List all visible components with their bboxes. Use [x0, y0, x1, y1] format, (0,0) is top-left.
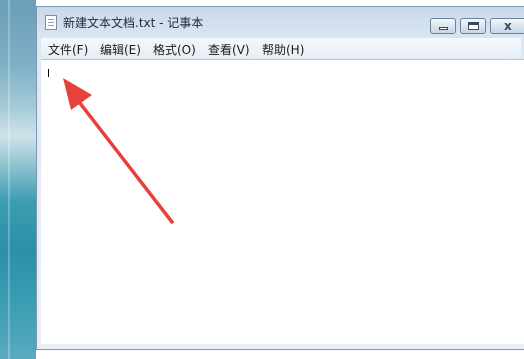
notepad-icon[interactable] [45, 15, 57, 30]
window-title: 新建文本文档.txt - 记事本 [63, 16, 204, 30]
minimize-icon [439, 27, 448, 30]
menu-bar: 文件(F) 编辑(E) 格式(O) 查看(V) 帮助(H) [41, 38, 521, 58]
text-editor-area[interactable] [41, 59, 524, 344]
menu-file[interactable]: 文件(F) [48, 41, 88, 58]
menu-edit[interactable]: 编辑(E) [100, 41, 141, 58]
title-bar[interactable]: 新建文本文档.txt - 记事本 x [37, 7, 524, 37]
notepad-window: 新建文本文档.txt - 记事本 x 文件(F) 编辑(E) 格式(O) 查看(… [36, 6, 524, 350]
desktop-wallpaper [0, 0, 36, 359]
text-caret [48, 69, 49, 77]
menu-help[interactable]: 帮助(H) [262, 41, 304, 58]
minimize-button[interactable] [430, 18, 456, 34]
menu-view[interactable]: 查看(V) [208, 41, 250, 58]
close-button[interactable]: x [490, 18, 524, 34]
maximize-button[interactable] [460, 18, 486, 34]
close-icon: x [504, 19, 512, 33]
maximize-icon [468, 22, 479, 30]
menu-format[interactable]: 格式(O) [153, 41, 196, 58]
